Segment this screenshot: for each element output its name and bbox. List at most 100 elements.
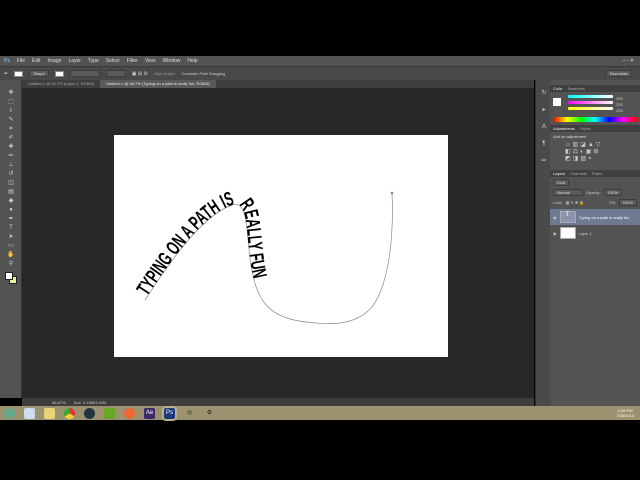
lock-icons[interactable]: ▦ ✎ ✥ 🔒	[566, 200, 585, 205]
media-icon[interactable]: ◎	[184, 408, 195, 419]
type-tool-icon[interactable]: T	[5, 225, 17, 232]
recycle-bin-icon[interactable]	[4, 407, 15, 419]
stroke-swatch[interactable]	[54, 70, 64, 77]
green-slider[interactable]	[568, 101, 613, 104]
text-on-path[interactable]: TYPING ON A PATH IS REALLY FUN	[114, 135, 448, 357]
origin-icon[interactable]	[124, 407, 135, 419]
workspace-dropdown[interactable]: Essentials	[605, 70, 632, 77]
tab-typing-path[interactable]: Untitled-1 @ 66.7% (Typing on a path is …	[100, 80, 216, 88]
eyedropper-tool-icon[interactable]: ✐	[5, 135, 17, 142]
red-value[interactable]: 255	[616, 96, 623, 101]
menu-view[interactable]: View	[145, 58, 156, 64]
paragraph-icon[interactable]: ¶	[538, 141, 550, 148]
pen-tool-icon[interactable]: ✒	[5, 216, 17, 223]
path-ops-icon[interactable]: ▣ ⊞ ⚙	[132, 71, 148, 77]
align-edges-checkbox[interactable]: Align Edges	[154, 71, 175, 76]
tab-layer1[interactable]: Untitled-1 @ 66.7% (Layer 1, RGB/8)	[22, 80, 101, 88]
gradient-tool-icon[interactable]: ▤	[5, 189, 17, 196]
lasso-tool-icon[interactable]: ℓ	[5, 108, 17, 115]
healing-tool-icon[interactable]: ✚	[5, 144, 17, 151]
add-adjustment-label: Add an adjustment	[553, 134, 587, 139]
blend-mode-dropdown[interactable]: Normal	[553, 189, 583, 196]
files-icon[interactable]	[24, 407, 35, 419]
menu-layer[interactable]: Layer	[68, 58, 81, 64]
layer-row-text[interactable]: ◉ T Typing on a path is really fun	[550, 209, 640, 225]
menu-image[interactable]: Image	[48, 58, 62, 64]
work-path[interactable]	[144, 192, 393, 324]
after-effects-icon[interactable]: Ae	[144, 407, 155, 419]
foreground-color[interactable]	[5, 272, 13, 280]
eraser-tool-icon[interactable]: ◫	[5, 180, 17, 187]
path-text[interactable]: TYPING ON A PATH IS REALLY FUN	[133, 187, 270, 299]
menu-help[interactable]: Help	[187, 58, 197, 64]
photoshop-icon[interactable]: Ps	[162, 405, 177, 421]
tab-color[interactable]: Color	[553, 85, 563, 92]
window-controls[interactable]: – ▫ ✕	[622, 58, 634, 64]
menu-select[interactable]: Select	[106, 58, 120, 64]
path-anchor[interactable]	[390, 191, 394, 195]
stamp-tool-icon[interactable]: ⊥	[5, 162, 17, 169]
red-slider[interactable]	[568, 95, 613, 98]
blue-value[interactable]: 255	[616, 108, 623, 113]
blur-tool-icon[interactable]: ◆	[5, 198, 17, 205]
path-select-tool-icon[interactable]: ➤	[5, 234, 17, 241]
menu-filter[interactable]: Filter	[127, 58, 138, 64]
shape-tool-icon[interactable]: ▭	[5, 243, 17, 250]
tab-swatches[interactable]: Swatches	[568, 85, 585, 92]
adjustment-icons[interactable]: ☼▥◪▲▽ ◧⚖◐▣⊞ ◩◨▨◓	[565, 141, 637, 162]
ps-logo[interactable]: Ps	[4, 58, 10, 64]
tab-channels[interactable]: Channels	[570, 170, 587, 177]
tab-styles[interactable]: Styles	[580, 125, 591, 132]
steam-icon[interactable]	[84, 407, 95, 419]
constrain-checkbox[interactable]: Constrain Path Dragging	[181, 71, 225, 76]
character-icon[interactable]: A	[538, 124, 550, 131]
zoom-level[interactable]: 66.67%	[52, 400, 66, 405]
mode-dropdown[interactable]: Shape	[29, 70, 49, 77]
visibility-eye-icon[interactable]: ◉	[553, 231, 557, 236]
color-spectrum[interactable]	[553, 117, 637, 122]
color-swatches[interactable]	[4, 271, 17, 287]
explorer-icon[interactable]	[44, 407, 55, 419]
green-value[interactable]: 255	[616, 102, 623, 107]
layer-row-pixel[interactable]: ◉ Layer 1	[550, 225, 640, 241]
brush-tool-icon[interactable]: ✏	[5, 153, 17, 160]
menu-file[interactable]: File	[17, 58, 25, 64]
tools-icon[interactable]: ⚙	[204, 408, 215, 419]
system-clock[interactable]: 2:35 PM 7/25/2013	[616, 408, 634, 418]
tab-layers[interactable]: Layers	[553, 170, 565, 177]
move-tool-icon[interactable]: ✥	[5, 90, 17, 97]
opacity-field[interactable]: 100%	[603, 189, 622, 196]
layer-name[interactable]: Typing on a path is really fun	[579, 215, 630, 220]
fill-field[interactable]: 100%	[618, 199, 637, 206]
document-canvas[interactable]: TYPING ON A PATH IS REALLY FUN	[114, 135, 448, 357]
hand-tool-icon[interactable]: ✋	[5, 252, 17, 259]
properties-icon[interactable]: ▸	[538, 107, 550, 114]
zoom-tool-icon[interactable]: ⚲	[5, 261, 17, 268]
camtasia-icon[interactable]	[104, 407, 115, 419]
width-field[interactable]	[69, 70, 100, 77]
chrome-icon[interactable]	[64, 407, 75, 419]
quick-select-tool-icon[interactable]: ✎	[5, 117, 17, 124]
color-panel-header: Color Swatches	[550, 85, 640, 92]
pen-tool-icon[interactable]: ✒	[4, 71, 8, 77]
tab-paths[interactable]: Paths	[592, 170, 602, 177]
tab-adjustments[interactable]: Adjustments	[553, 125, 575, 132]
height-field[interactable]	[105, 70, 126, 77]
brush-panel-icon[interactable]: ✏	[538, 158, 550, 165]
layer-name[interactable]: Layer 1	[579, 231, 592, 236]
layers-panel: Kind Normal Opacity: 100% Lock: ▦ ✎ ✥ 🔒 …	[550, 177, 640, 243]
history-brush-icon[interactable]: ↺	[5, 171, 17, 178]
fill-swatch[interactable]	[14, 70, 24, 77]
fg-color-chip[interactable]	[553, 98, 561, 106]
menu-type[interactable]: Type	[88, 58, 99, 64]
menu-window[interactable]: Window	[163, 58, 181, 64]
history-icon[interactable]: ↻	[538, 90, 550, 97]
dodge-tool-icon[interactable]: ●	[5, 207, 17, 214]
crop-tool-icon[interactable]: ⌗	[5, 126, 17, 133]
kind-filter[interactable]: Kind	[553, 179, 570, 186]
menu-edit[interactable]: Edit	[32, 58, 41, 64]
doc-size: Doc: 1.15M/1.01M	[73, 399, 107, 405]
blue-slider[interactable]	[568, 107, 613, 110]
visibility-eye-icon[interactable]: ◉	[553, 215, 557, 220]
marquee-tool-icon[interactable]: ⬚	[5, 99, 17, 106]
